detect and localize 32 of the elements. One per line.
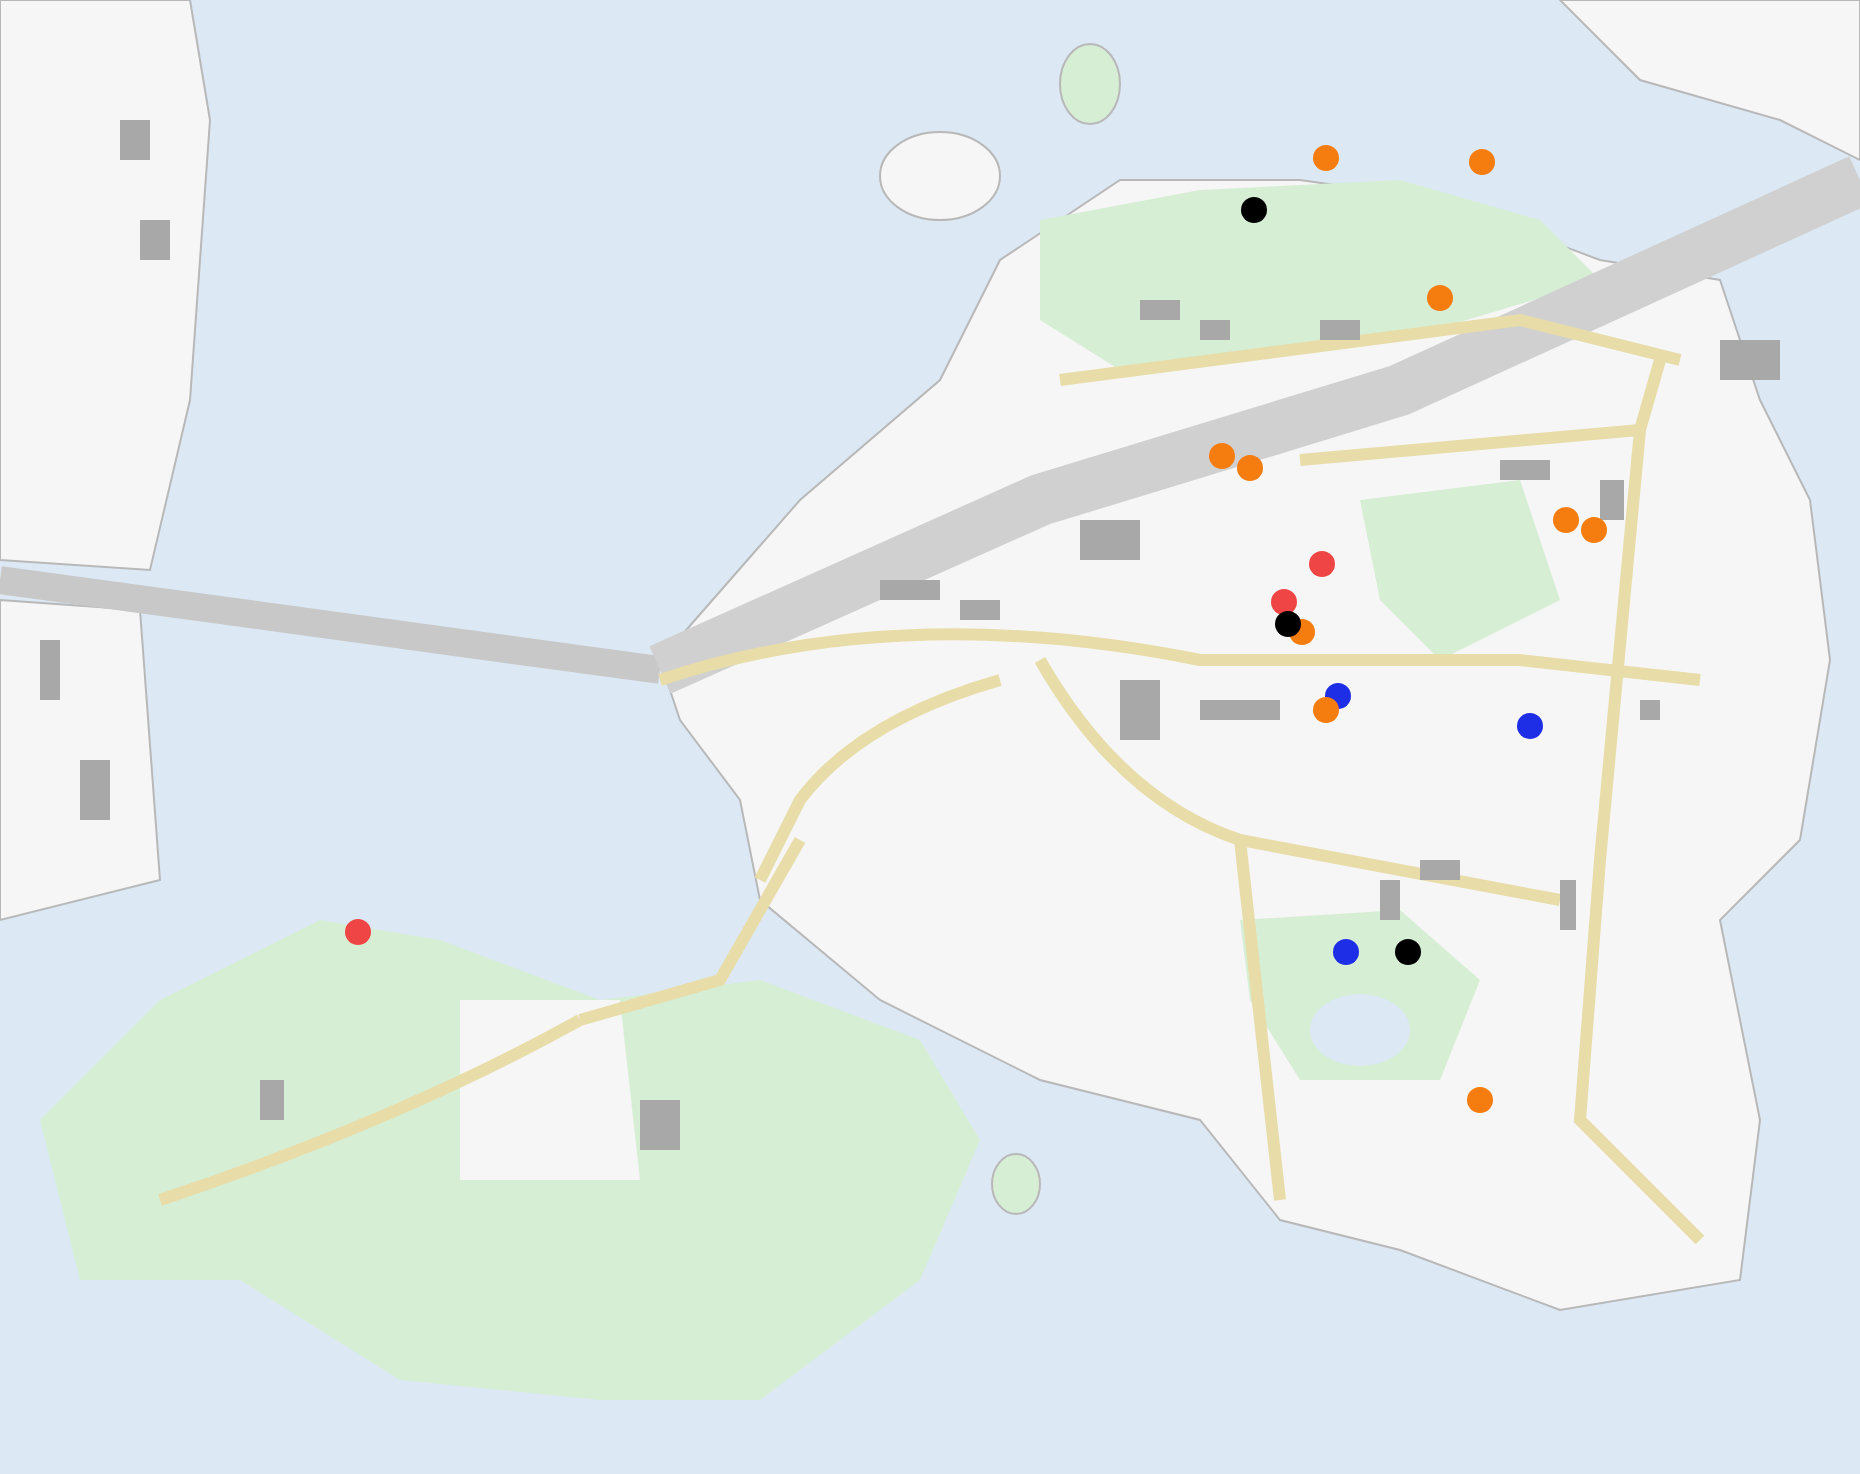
building — [1140, 300, 1180, 320]
map-pin[interactable] — [1517, 713, 1543, 739]
pond — [1310, 994, 1410, 1066]
building — [880, 580, 940, 600]
building — [1500, 460, 1550, 480]
building — [1600, 480, 1624, 520]
building — [1420, 860, 1460, 880]
island — [1059, 43, 1121, 125]
building — [1380, 880, 1400, 920]
building — [120, 120, 150, 160]
building — [260, 1080, 284, 1120]
building — [1720, 340, 1780, 380]
map-pin[interactable] — [1241, 197, 1267, 223]
building — [1320, 320, 1360, 340]
island — [879, 131, 1001, 221]
building — [1560, 880, 1576, 930]
building — [960, 600, 1000, 620]
building — [40, 640, 60, 700]
building — [1200, 700, 1280, 720]
map-pin[interactable] — [1333, 939, 1359, 965]
building — [1640, 700, 1660, 720]
building — [1080, 520, 1140, 560]
island — [991, 1153, 1041, 1215]
map-pin[interactable] — [1395, 939, 1421, 965]
map-pin[interactable] — [1275, 611, 1301, 637]
map-pin[interactable] — [1313, 697, 1339, 723]
building — [140, 220, 170, 260]
building — [80, 760, 110, 820]
map-pin[interactable] — [1271, 589, 1297, 615]
building — [1200, 320, 1230, 340]
building — [640, 1100, 680, 1150]
building — [1120, 680, 1160, 740]
